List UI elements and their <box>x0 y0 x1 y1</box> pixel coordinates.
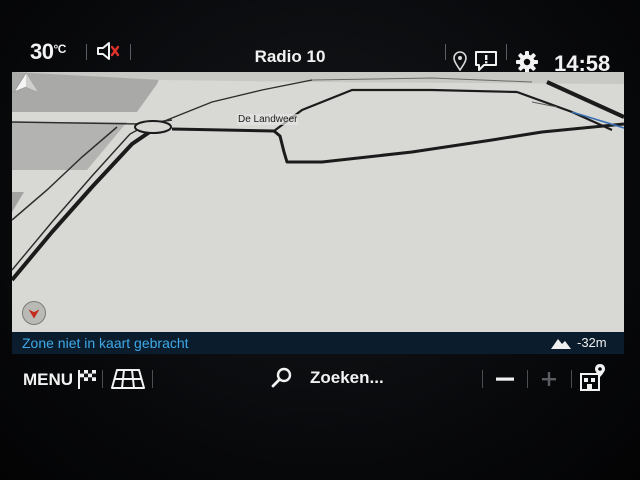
zoom-in-icon <box>542 372 556 386</box>
divider <box>152 370 153 388</box>
status-bar: 30°C Radio 10 14:58 <box>14 34 626 76</box>
bottom-toolbar: MENU Zoeken... <box>12 356 624 402</box>
search-label: Zoeken... <box>310 368 384 387</box>
map-view-button[interactable] <box>108 364 148 394</box>
divider <box>482 370 483 388</box>
zone-status-text: Zone niet in kaart gebracht <box>22 335 189 351</box>
map-roundabout <box>134 120 172 134</box>
poi-icon <box>580 364 605 391</box>
zoom-out-button[interactable] <box>490 364 520 394</box>
zoom-out-icon <box>496 377 514 381</box>
divider <box>445 44 446 60</box>
search-button[interactable]: Zoeken... <box>270 362 400 396</box>
message-icon[interactable] <box>474 50 498 72</box>
elevation-value: -32m <box>577 335 607 350</box>
zoom-in-button[interactable] <box>534 364 564 394</box>
mute-speaker-icon[interactable] <box>96 40 122 62</box>
poi-button[interactable] <box>578 362 608 394</box>
vehicle-arrow-icon <box>12 72 40 93</box>
navigation-map[interactable]: De Landweer <box>12 72 624 332</box>
gear-icon[interactable] <box>515 50 539 74</box>
divider <box>527 370 528 388</box>
divider <box>102 370 103 388</box>
location-pin-icon[interactable] <box>452 51 468 71</box>
divider <box>86 44 87 60</box>
flag-icon <box>78 370 96 389</box>
map-canvas[interactable] <box>12 72 624 332</box>
outside-temperature: 30°C <box>30 39 66 65</box>
radio-station[interactable]: Radio 10 <box>244 47 336 67</box>
info-strip: Zone niet in kaart gebracht -32m <box>12 332 624 354</box>
divider <box>571 370 572 388</box>
divider <box>506 44 507 60</box>
menu-button[interactable]: MENU <box>12 364 98 394</box>
road-label: De Landweer <box>237 114 299 125</box>
temperature-unit: °C <box>53 42 66 56</box>
compass-icon[interactable] <box>22 301 46 325</box>
search-icon <box>271 367 292 388</box>
elevation-icon <box>551 339 571 349</box>
menu-label: MENU <box>23 370 74 389</box>
map-grid-icon <box>111 369 145 389</box>
divider <box>130 44 131 60</box>
temperature-value: 30 <box>30 39 54 64</box>
